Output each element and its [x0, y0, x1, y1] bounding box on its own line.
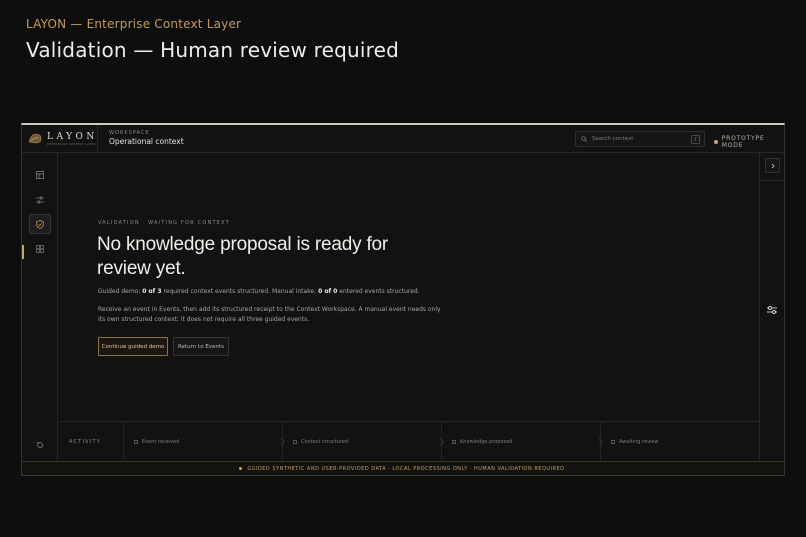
sidebar-item-validation[interactable] [29, 214, 51, 234]
progress-status: Guided demo: 0 of 3 required context eve… [98, 288, 420, 295]
layout-icon [36, 171, 44, 179]
shield-check-icon [36, 219, 44, 229]
workspace-value: Operational context [109, 137, 184, 146]
page-pretitle: LAYON — Enterprise Context Layer [26, 17, 242, 31]
active-indicator [22, 245, 24, 259]
filter-settings-icon[interactable] [766, 305, 778, 315]
sidebar [22, 153, 58, 461]
brand-logo-icon [28, 133, 42, 144]
chevron-right-icon [598, 437, 604, 446]
activity-step: Awaiting review [598, 422, 759, 461]
activity-bar: ACTIVITY Event received Context structur… [59, 421, 759, 461]
brand-tagline: ENTERPRISE CONTEXT LAYER [47, 143, 96, 146]
headline: No knowledge proposal is ready for revie… [97, 234, 389, 279]
sidebar-item-grid[interactable] [29, 239, 51, 259]
activity-step-label: Event received [142, 438, 180, 445]
grid-icon [36, 245, 44, 253]
right-rail [759, 153, 784, 461]
sidebar-item-layout[interactable] [29, 165, 51, 185]
prototype-mode-indicator: PROTOTYPE MODE [714, 135, 784, 149]
footer-text: GUIDED SYNTHETIC AND USER-PROVIDED DATA … [247, 465, 567, 472]
prototype-mode-label: PROTOTYPE MODE [721, 135, 765, 149]
status-middle: required context events structured. Manu… [161, 288, 319, 295]
workspace-label: WORKSPACE [109, 130, 150, 136]
reset-button[interactable] [29, 435, 51, 455]
activity-label: ACTIVITY [59, 422, 124, 461]
return-to-events-button[interactable]: Return to Events [173, 337, 229, 356]
notice-dot-icon [239, 467, 243, 470]
top-bar: LAYON ENTERPRISE CONTEXT LAYER WORKSPACE… [22, 125, 784, 153]
rail-divider [760, 180, 784, 181]
chevron-right-icon [439, 437, 445, 446]
description: Receive an event in Events, then add its… [98, 306, 441, 323]
activity-step-label: Knowledge proposed [460, 438, 513, 445]
status-suffix: entered events structured. [337, 288, 420, 295]
brand[interactable]: LAYON ENTERPRISE CONTEXT LAYER [22, 125, 98, 153]
activity-step: Event received [124, 422, 283, 461]
activity-step-label: Context structured [301, 438, 349, 445]
page-title: Validation — Human review required [26, 38, 400, 62]
activity-step: Context structured [280, 422, 442, 461]
search-input[interactable]: Search context / [575, 131, 705, 147]
step-marker-icon [293, 439, 297, 444]
search-placeholder: Search context [592, 136, 634, 142]
chevron-right-icon [280, 437, 286, 446]
manual-count: 0 of 0 [318, 288, 338, 295]
expand-panel-button[interactable] [765, 158, 780, 173]
section-eyebrow: VALIDATION · WAITING FOR CONTEXT [98, 220, 230, 226]
brand-name: LAYON [47, 132, 98, 142]
status-dot-icon [714, 140, 718, 144]
sliders-icon [36, 196, 44, 204]
continue-guided-demo-button[interactable]: Continue guided demo [98, 337, 168, 356]
step-marker-icon [134, 439, 138, 444]
chevron-right-icon [771, 163, 775, 168]
guided-count: 0 of 3 [142, 288, 162, 295]
workspace-selector[interactable]: WORKSPACE Operational context [109, 130, 184, 146]
reset-icon [36, 441, 43, 448]
status-prefix: Guided demo: [98, 288, 143, 295]
step-marker-icon [452, 439, 456, 444]
search-icon [581, 136, 587, 142]
activity-step: Knowledge proposed [439, 422, 601, 461]
sidebar-item-settings[interactable] [29, 190, 51, 210]
app-window: LAYON ENTERPRISE CONTEXT LAYER WORKSPACE… [21, 123, 785, 476]
footer-notice: GUIDED SYNTHETIC AND USER-PROVIDED DATA … [22, 461, 784, 475]
activity-step-label: Awaiting review [619, 438, 659, 445]
search-shortcut-key: / [691, 135, 700, 144]
main-content: VALIDATION · WAITING FOR CONTEXT No know… [59, 153, 761, 461]
step-marker-icon [611, 439, 615, 444]
